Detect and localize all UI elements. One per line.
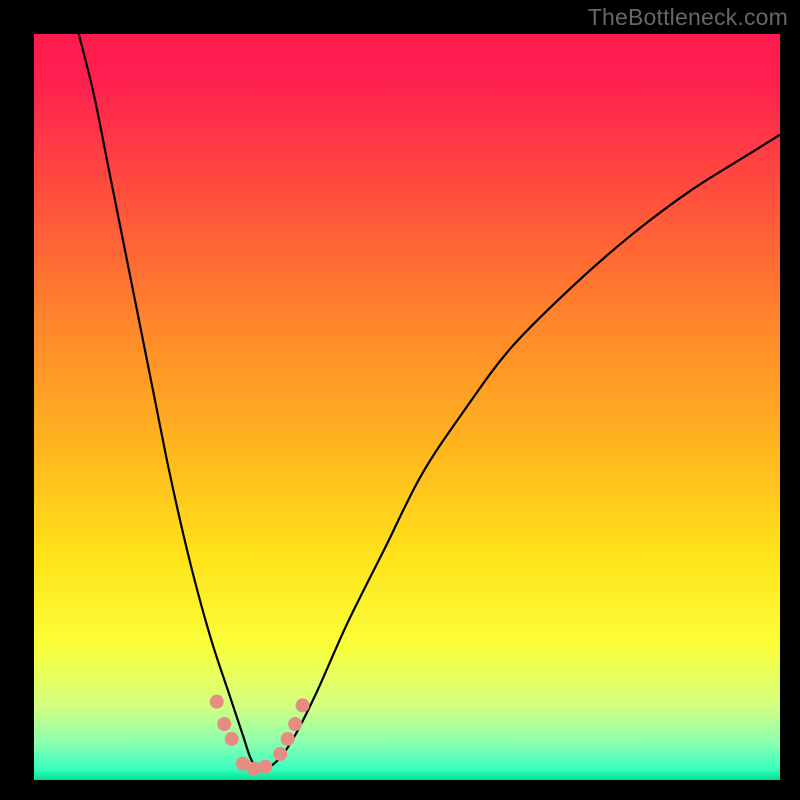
data-point [281,732,295,746]
data-point [258,760,272,774]
data-points-group [210,695,310,776]
data-point [217,717,231,731]
watermark-text: TheBottleneck.com [588,4,788,31]
chart-stage: TheBottleneck.com [0,0,800,800]
data-point [225,732,239,746]
data-points-svg [34,34,780,780]
data-point [288,717,302,731]
data-point [296,698,310,712]
data-point [273,747,287,761]
plot-area [34,34,780,780]
data-point [210,695,224,709]
